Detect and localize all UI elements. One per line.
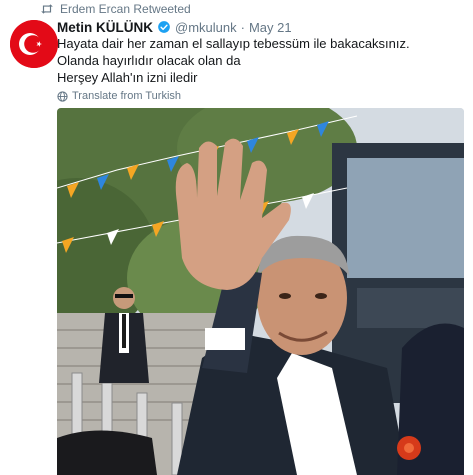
globe-icon: [57, 90, 68, 102]
retweet-icon: [41, 4, 53, 14]
tweet-header: Metin KÜLÜNK @mkulunk · May 21: [57, 18, 292, 36]
avatar[interactable]: [10, 20, 58, 68]
turkish-flag-avatar: [10, 20, 58, 68]
tweet-photo[interactable]: [57, 108, 464, 475]
tweet-text: Hayata dair her zaman el sallayıp tebess…: [57, 35, 457, 86]
retweet-context: Erdem Ercan Retweeted: [40, 2, 191, 16]
tweet-date[interactable]: May 21: [249, 20, 292, 35]
author-handle[interactable]: @mkulunk: [175, 20, 237, 35]
translate-link[interactable]: Translate from Turkish: [57, 89, 181, 103]
retweet-context-text[interactable]: Erdem Ercan Retweeted: [60, 2, 191, 16]
tweet-text-line: Hayata dair her zaman el sallayıp tebess…: [57, 36, 410, 51]
header-separator: ·: [240, 19, 245, 35]
verified-badge-icon: [158, 21, 170, 33]
tweet-text-line: Olanda hayırlıdır olacak olan da: [57, 53, 241, 68]
tweet-card[interactable]: Erdem Ercan Retweeted Metin KÜLÜNK @mkul…: [0, 0, 473, 475]
author-name[interactable]: Metin KÜLÜNK: [57, 20, 153, 35]
photo-waving-man: [57, 108, 464, 475]
translate-label: Translate from Turkish: [72, 90, 182, 102]
tweet-text-line: Herşey Allah'ın izni iledir: [57, 70, 198, 85]
